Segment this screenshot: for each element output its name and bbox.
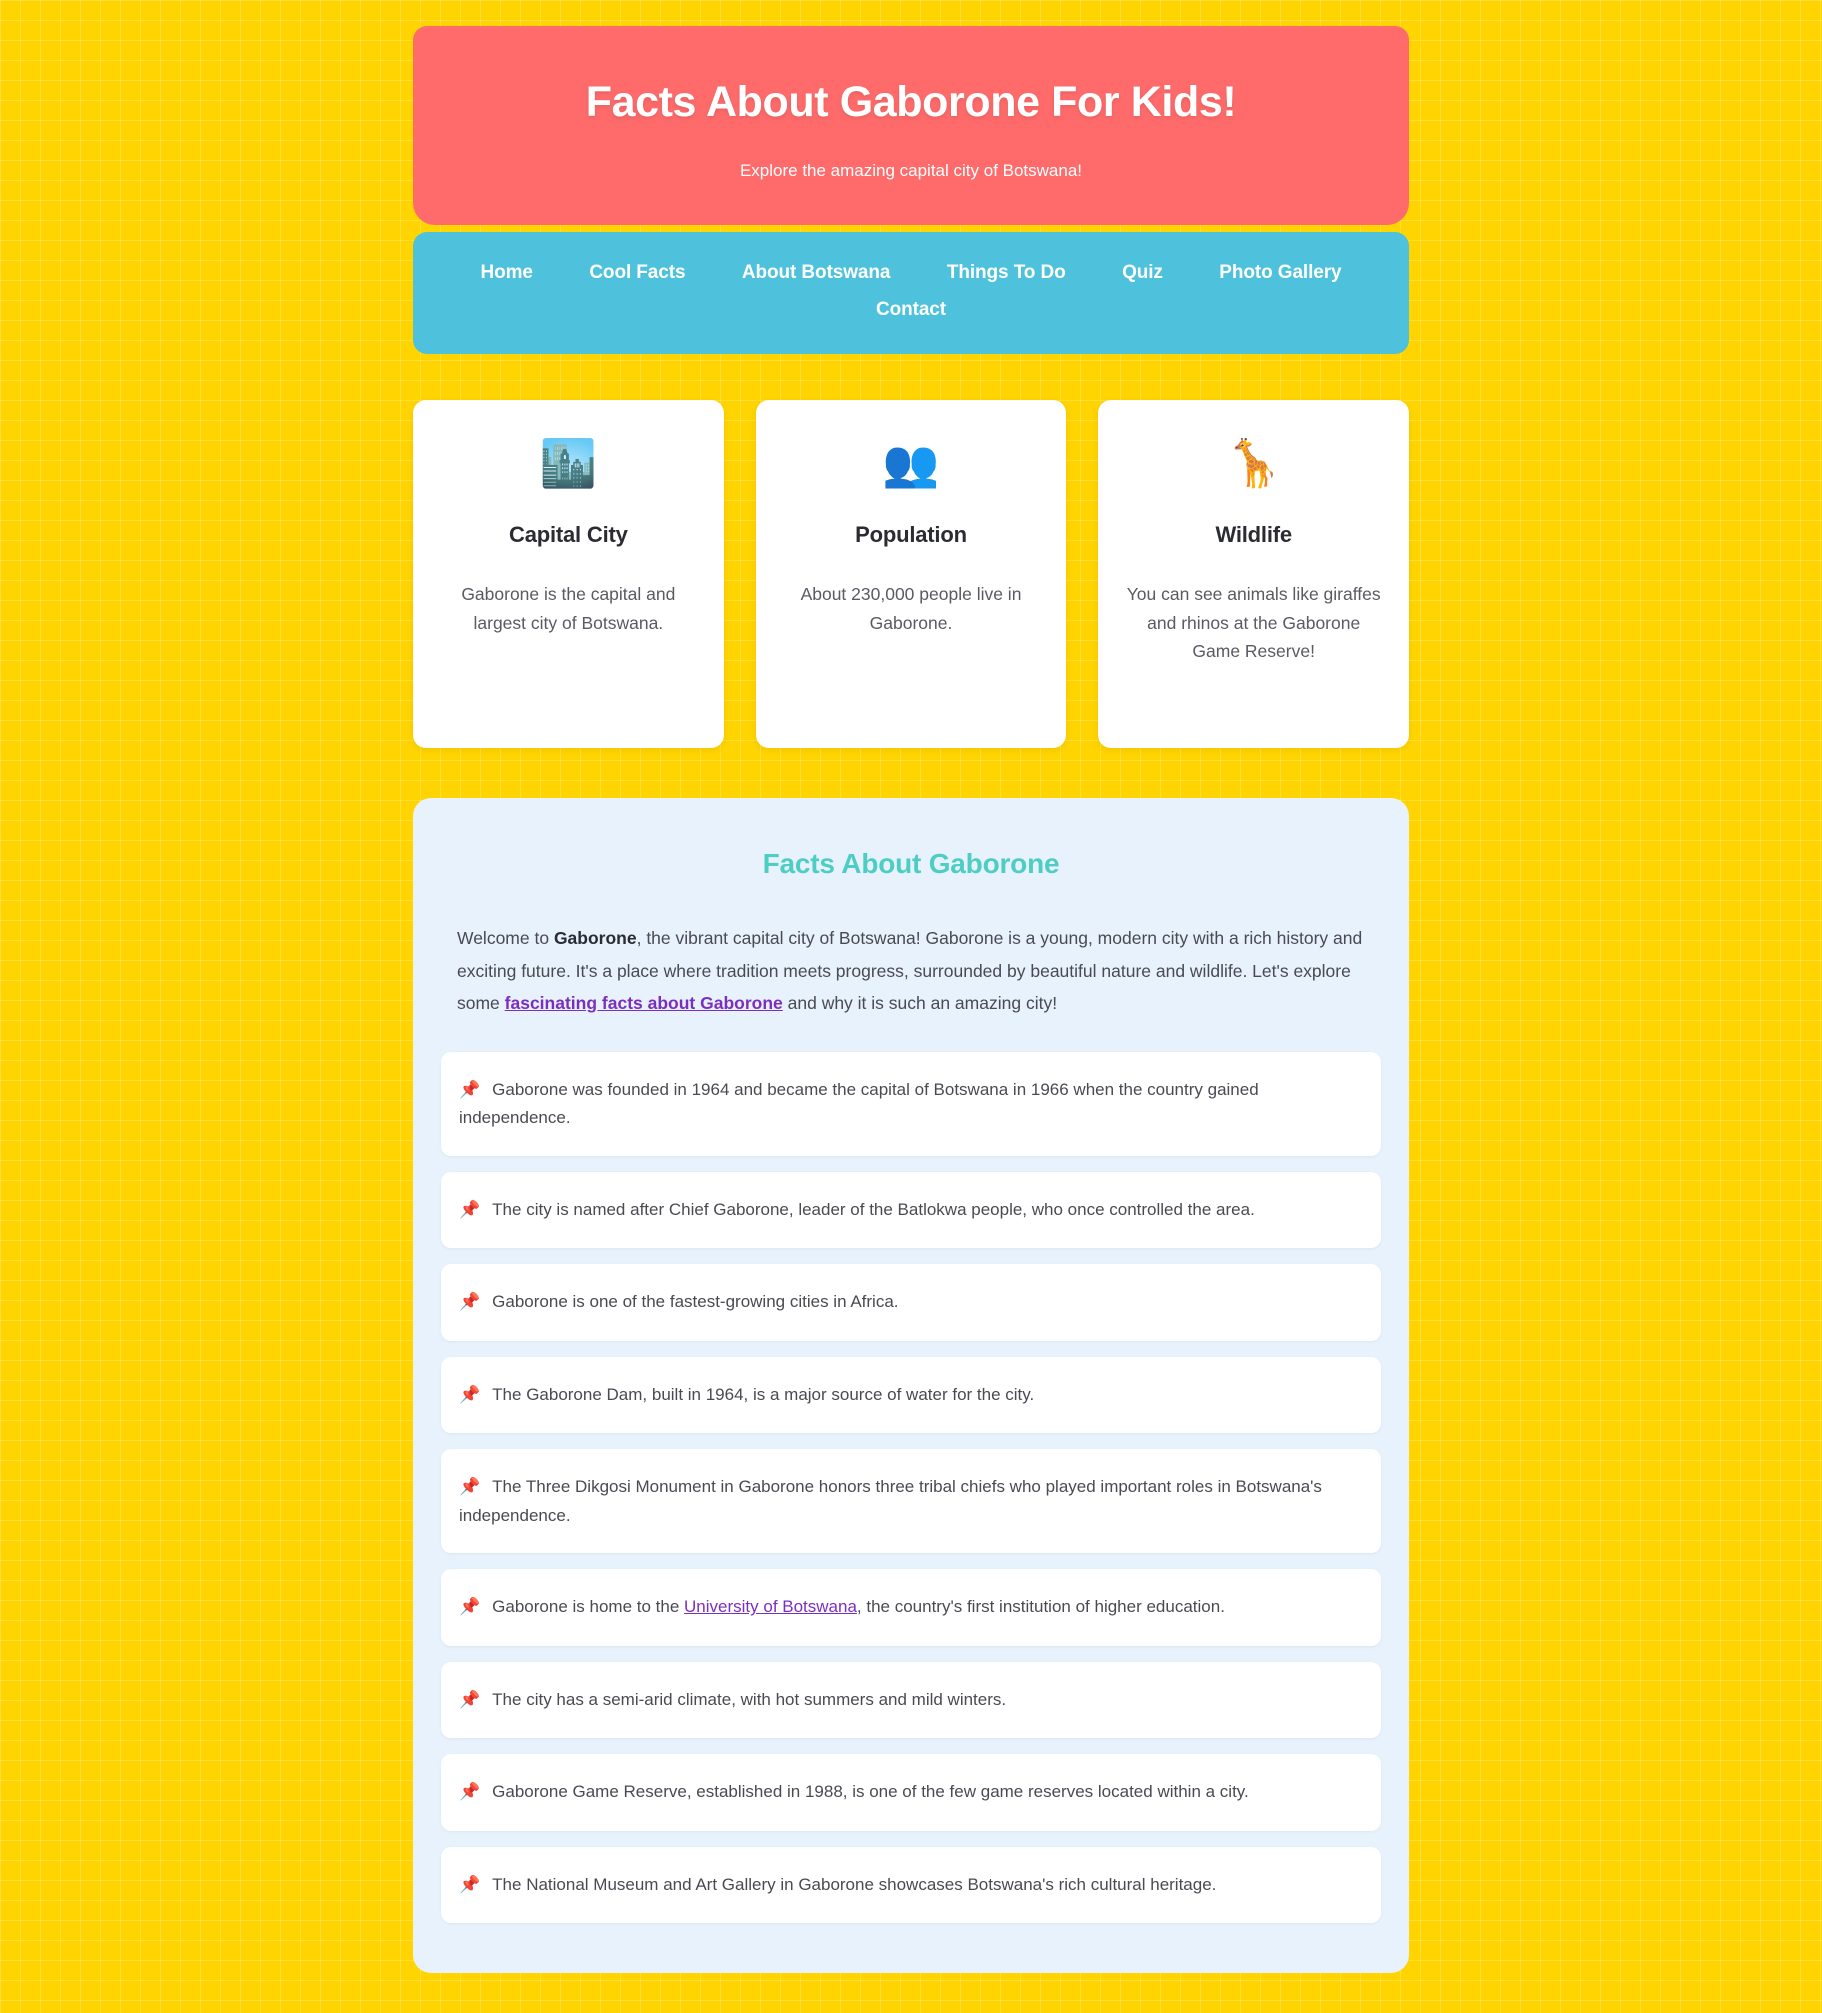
fact-item: 📌 The Three Dikgosi Monument in Gaborone …: [441, 1449, 1381, 1554]
fact-text: Gaborone is one of the fastest-growing c…: [492, 1292, 899, 1312]
fact-item: 📌 The city has a semi-arid climate, with …: [441, 1661, 1381, 1739]
nav-link-about-botswana[interactable]: About Botswana: [742, 262, 891, 283]
pushpin-icon: 📌: [459, 1292, 481, 1313]
fact-item: 📌 The city is named after Chief Gaborone,…: [441, 1171, 1381, 1249]
fact-item-university: 📌 Gaborone is home to the University of B…: [441, 1569, 1381, 1646]
pushpin-icon: 📌: [459, 1782, 481, 1803]
nav-item-photo-gallery[interactable]: Photo Gallery: [1219, 263, 1341, 282]
info-card-capital-city: 🏙️ Capital City Gaborone is the capital …: [413, 400, 724, 749]
nav-link-cool-facts[interactable]: Cool Facts: [589, 262, 685, 283]
nav-item-things-to-do[interactable]: Things To Do: [947, 263, 1066, 282]
main-navigation: Home Cool Facts About Botswana Things To…: [413, 232, 1409, 355]
facts-section-heading: Facts About Gaborone: [762, 848, 1060, 880]
pushpin-icon: 📌: [459, 1597, 481, 1618]
nav-link-contact[interactable]: Contact: [876, 299, 946, 320]
pushpin-icon: 📌: [459, 1477, 481, 1498]
fact-text: The city is named after Chief Gaborone, …: [492, 1199, 1255, 1219]
info-card-text: About 230,000 people live in Gaborone.: [800, 584, 1022, 633]
info-card-title: Capital City: [509, 522, 628, 548]
fact-item: 📌 Gaborone Game Reserve, established in 1…: [441, 1754, 1381, 1831]
fact-text: The Three Dikgosi Monument in Gaborone h…: [459, 1477, 1322, 1525]
nav-link-things-to-do[interactable]: Things To Do: [947, 262, 1066, 283]
highlight-card-row: 🏙️ Capital City Gaborone is the capital …: [413, 400, 1410, 749]
pushpin-icon: 📌: [459, 1874, 481, 1895]
info-card-wildlife: 🦒 Wildlife You can see animals like gira…: [1098, 400, 1410, 749]
university-of-botswana-link[interactable]: University of Botswana: [684, 1597, 857, 1616]
fact-text-post: , the country's first institution of hig…: [856, 1597, 1225, 1617]
fact-text: Gaborone was founded in 1964 and became …: [459, 1079, 1259, 1128]
pushpin-icon: 📌: [459, 1079, 481, 1100]
content-wrapper: Facts About Gaborone For Kids! Explore t…: [413, 26, 1410, 1974]
nav-item-home[interactable]: Home: [480, 263, 532, 282]
fact-item: 📌 The National Museum and Art Gallery in …: [441, 1846, 1381, 1924]
nav-item-quiz[interactable]: Quiz: [1122, 263, 1163, 282]
intro-text-part3: and why it is such an amazing city!: [782, 993, 1058, 1014]
site-header: Facts About Gaborone For Kids! Explore t…: [413, 26, 1409, 226]
page-title: Facts About Gaborone For Kids!: [585, 78, 1237, 126]
info-card-text: Gaborone is the capital and largest city…: [461, 584, 676, 633]
page-subtitle: Explore the amazing capital city of Bots…: [739, 161, 1083, 181]
nav-item-about-botswana[interactable]: About Botswana: [742, 263, 891, 282]
info-card-title: Wildlife: [1215, 522, 1292, 548]
intro-bold-gaborone: Gaborone: [553, 928, 637, 949]
nav-item-contact[interactable]: Contact: [876, 300, 946, 319]
fact-text: The city has a semi-arid climate, with h…: [492, 1689, 1007, 1709]
fact-item: 📌 Gaborone is one of the fastest-growing …: [441, 1264, 1381, 1341]
info-card-text: You can see animals like giraffes and rh…: [1126, 584, 1381, 662]
nav-item-cool-facts[interactable]: Cool Facts: [589, 263, 685, 282]
fascinating-facts-link[interactable]: fascinating facts about Gaborone: [505, 993, 783, 1013]
nav-list: Home Cool Facts About Botswana Things To…: [443, 254, 1379, 328]
nav-link-home[interactable]: Home: [480, 262, 532, 283]
info-card-title: Population: [855, 522, 967, 548]
pushpin-icon: 📌: [459, 1384, 481, 1405]
fact-text: The Gaborone Dam, built in 1964, is a ma…: [492, 1384, 1035, 1404]
busts-in-silhouette-icon: 👥: [882, 436, 940, 491]
page-root: Facts About Gaborone For Kids! Explore t…: [0, 26, 1822, 2013]
fact-list: 📌 Gaborone was founded in 1964 and became…: [441, 1051, 1381, 1924]
intro-text-part1: Welcome to: [457, 928, 554, 949]
cityscape-icon: 🏙️: [539, 436, 597, 491]
giraffe-icon: 🦒: [1225, 436, 1283, 491]
nav-link-quiz[interactable]: Quiz: [1122, 262, 1163, 283]
facts-intro-paragraph: Welcome to Gaborone, the vibrant capital…: [441, 922, 1381, 1019]
fact-text: The National Museum and Art Gallery in G…: [492, 1874, 1217, 1894]
nav-link-photo-gallery[interactable]: Photo Gallery: [1219, 262, 1341, 283]
fact-item: 📌 The Gaborone Dam, built in 1964, is a m…: [441, 1356, 1381, 1434]
info-card-population: 👥 Population About 230,000 people live i…: [755, 400, 1067, 749]
fact-item: 📌 Gaborone was founded in 1964 and became…: [441, 1051, 1381, 1156]
fact-text-pre: Gaborone is home to the: [492, 1597, 685, 1617]
fact-text: Gaborone Game Reserve, established in 19…: [492, 1782, 1249, 1802]
facts-section: Facts About Gaborone Welcome to Gaborone…: [413, 798, 1409, 1974]
pushpin-icon: 📌: [459, 1199, 481, 1220]
pushpin-icon: 📌: [459, 1689, 481, 1710]
